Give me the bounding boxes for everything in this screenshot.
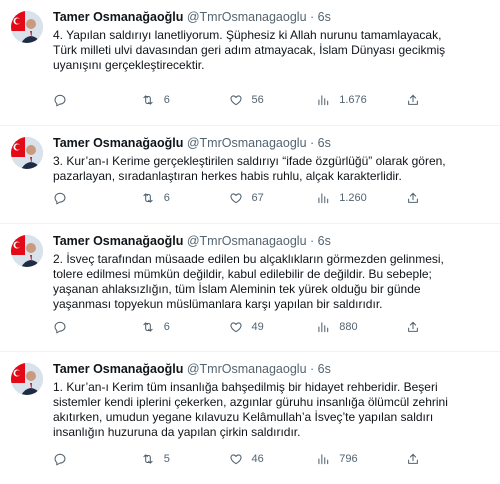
avatar-image [11,11,43,43]
retweet-button[interactable]: 6 [141,93,229,107]
views-button[interactable]: 796 [316,452,404,466]
timestamp[interactable]: 6s [318,234,331,248]
author-handle[interactable]: @TmrOsmanagaoglu [187,234,307,248]
timestamp[interactable]: 6s [318,136,331,150]
tweet[interactable]: Tamer Osmanağaoğlu @TmrOsmanagaoglu · 6s… [0,0,500,126]
retweet-icon [143,193,153,203]
retweet-icon [143,454,153,464]
heart-icon [229,95,242,106]
view-count: 796 [339,453,358,465]
author-name[interactable]: Tamer Osmanağaoğlu [53,234,183,248]
retweet-button[interactable]: 5 [141,452,229,466]
tweet-text: 2. İsveç tarafından müsaade edilen bu al… [53,252,444,311]
heart-icon [229,193,242,204]
share-icon [408,321,418,332]
separator-dot: · [310,234,315,248]
tweet-text: 1. Kur’an-ı Kerim tüm insanlığa bahşedil… [53,380,448,439]
views-button[interactable]: 880 [316,320,404,334]
tweet[interactable]: Tamer Osmanağaoğlu @TmrOsmanagaoglu · 6s… [0,126,500,224]
views-icon [318,193,329,204]
avatar[interactable] [11,137,43,169]
tweet-header: Tamer Osmanağaoğlu @TmrOsmanagaoglu · 6s [53,9,490,25]
tweet-text: 4. Yapılan saldırıyı lanetliyorum. Şüphe… [53,28,446,72]
author-handle[interactable]: @TmrOsmanagaoglu [187,362,307,376]
share-button[interactable] [406,191,420,205]
share-icon [408,453,418,464]
reply-button[interactable] [53,452,141,466]
avatar-image [11,363,43,395]
retweet-count: 6 [163,94,170,106]
heart-icon [229,322,242,333]
retweet-icon [143,322,153,332]
retweet-count: 6 [163,321,170,333]
tweet-header: Tamer Osmanağaoğlu @TmrOsmanagaoglu · 6s [53,361,490,377]
like-button[interactable]: 49 [229,320,317,334]
views-icon [318,454,329,465]
author-handle[interactable]: @TmrOsmanagaoglu [187,136,307,150]
views-icon [318,95,329,106]
share-icon [408,192,418,203]
like-button[interactable]: 46 [229,452,317,466]
avatar-image [11,137,43,169]
share-button[interactable] [406,93,420,107]
views-button[interactable]: 1.676 [316,93,404,107]
author-handle[interactable]: @TmrOsmanagaoglu [187,10,307,24]
separator-dot: · [310,362,315,376]
author-name[interactable]: Tamer Osmanağaoğlu [53,10,183,24]
views-icon [318,322,329,333]
retweet-count: 6 [163,192,170,204]
tweet[interactable]: Tamer Osmanağaoğlu @TmrOsmanagaoglu · 6s… [0,224,500,352]
retweet-button[interactable]: 6 [141,191,229,205]
separator-dot: · [310,10,315,24]
tweet-actions: 6 49 880 [53,320,420,334]
timeline: Tamer Osmanağaoğlu @TmrOsmanagaoglu · 6s… [0,0,500,484]
tweet-actions: 5 46 796 [53,452,420,466]
heart-icon [229,454,242,465]
avatar[interactable] [11,235,43,267]
tweet-actions: 6 56 1.676 [53,93,420,107]
retweet-count: 5 [163,453,170,465]
share-button[interactable] [406,452,420,466]
avatar-image [11,235,43,267]
tweet-text: 3. Kur’an-ı Kerime gerçekleştirilen sald… [53,154,446,183]
tweet-header: Tamer Osmanağaoğlu @TmrOsmanagaoglu · 6s [53,135,490,151]
reply-icon [54,453,66,466]
share-icon [408,94,418,105]
like-button[interactable]: 56 [229,93,317,107]
like-count: 46 [251,453,264,465]
timestamp[interactable]: 6s [318,10,331,24]
like-count: 56 [251,94,264,106]
share-button[interactable] [406,320,420,334]
like-count: 49 [251,321,264,333]
tweet-actions: 6 67 1.260 [53,191,420,205]
view-count: 1.260 [339,192,367,204]
views-button[interactable]: 1.260 [316,191,404,205]
author-name[interactable]: Tamer Osmanağaoğlu [53,362,183,376]
avatar[interactable] [11,11,43,43]
avatar[interactable] [11,363,43,395]
reply-button[interactable] [53,191,141,205]
timestamp[interactable]: 6s [318,362,331,376]
like-button[interactable]: 67 [229,191,317,205]
like-count: 67 [251,192,264,204]
view-count: 880 [339,321,358,333]
reply-button[interactable] [53,93,141,107]
tweet[interactable]: Tamer Osmanağaoğlu @TmrOsmanagaoglu · 6s… [0,352,500,484]
reply-icon [54,94,66,107]
reply-button[interactable] [53,320,141,334]
author-name[interactable]: Tamer Osmanağaoğlu [53,136,183,150]
separator-dot: · [310,136,315,150]
tweet-header: Tamer Osmanağaoğlu @TmrOsmanagaoglu · 6s [53,233,490,249]
view-count: 1.676 [339,94,367,106]
retweet-button[interactable]: 6 [141,320,229,334]
retweet-icon [143,95,153,105]
reply-icon [54,192,66,205]
reply-icon [54,321,66,334]
